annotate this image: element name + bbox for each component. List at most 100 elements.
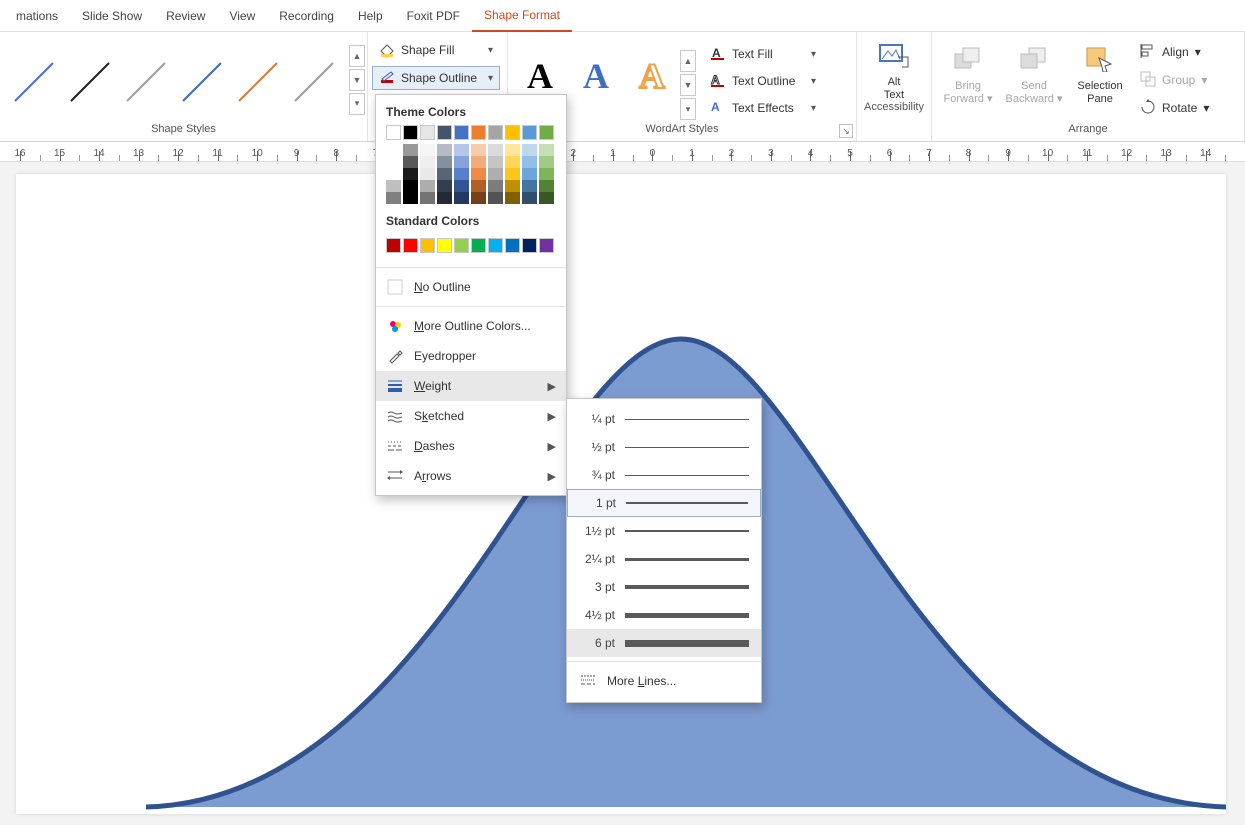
color-swatch[interactable] (386, 144, 401, 156)
color-swatch[interactable] (403, 192, 418, 204)
color-swatch[interactable] (505, 192, 520, 204)
tab-recording[interactable]: Recording (267, 0, 346, 32)
shape-style-swatch[interactable] (62, 54, 116, 108)
color-swatch[interactable] (437, 156, 452, 168)
color-swatch[interactable] (539, 238, 554, 253)
color-swatch[interactable] (539, 168, 554, 180)
color-swatch[interactable] (522, 156, 537, 168)
color-swatch[interactable] (488, 156, 503, 168)
bring-forward-button[interactable]: Bring Forward ▾ (936, 36, 1000, 105)
color-swatch[interactable] (522, 144, 537, 156)
more-outline-colors-item[interactable]: More Outline Colors... (376, 311, 566, 341)
color-swatch[interactable] (403, 168, 418, 180)
gallery-scroll-up[interactable]: ▲ (349, 45, 365, 67)
tab-review[interactable]: Review (154, 0, 217, 32)
color-swatch[interactable] (420, 192, 435, 204)
color-swatch[interactable] (420, 168, 435, 180)
color-swatch[interactable] (522, 125, 537, 140)
color-swatch[interactable] (539, 144, 554, 156)
wordart-gallery[interactable]: A A A (510, 38, 678, 102)
wordart-more[interactable]: ▾ (680, 98, 696, 120)
group-button[interactable]: Group▾ (1136, 68, 1213, 92)
tab-help[interactable]: Help (346, 0, 395, 32)
weight-option[interactable]: ¾ pt (567, 461, 761, 489)
color-swatch[interactable] (437, 168, 452, 180)
color-swatch[interactable] (437, 192, 452, 204)
shape-style-swatch[interactable] (174, 54, 228, 108)
color-swatch[interactable] (454, 168, 469, 180)
color-swatch[interactable] (471, 238, 486, 253)
alt-text-button[interactable]: Alt Text (857, 32, 931, 101)
color-swatch[interactable] (454, 156, 469, 168)
color-swatch[interactable] (386, 238, 401, 253)
color-swatch[interactable] (403, 238, 418, 253)
color-swatch[interactable] (386, 180, 401, 192)
color-swatch[interactable] (437, 144, 452, 156)
color-swatch[interactable] (471, 144, 486, 156)
color-swatch[interactable] (403, 180, 418, 192)
color-swatch[interactable] (454, 238, 469, 253)
weight-option[interactable]: ¼ pt (567, 405, 761, 433)
color-swatch[interactable] (488, 238, 503, 253)
color-swatch[interactable] (539, 156, 554, 168)
color-swatch[interactable] (505, 168, 520, 180)
eyedropper-item[interactable]: Eyedropper (376, 341, 566, 371)
color-swatch[interactable] (403, 125, 418, 140)
color-swatch[interactable] (386, 156, 401, 168)
color-swatch[interactable] (471, 156, 486, 168)
text-outline-button[interactable]: A Text Outline▾ (706, 69, 820, 93)
color-swatch[interactable] (471, 192, 486, 204)
tab-slideshow[interactable]: Slide Show (70, 0, 154, 32)
wordart-scroll-up[interactable]: ▲ (680, 50, 696, 72)
color-swatch[interactable] (505, 180, 520, 192)
color-swatch[interactable] (454, 192, 469, 204)
color-swatch[interactable] (522, 180, 537, 192)
color-swatch[interactable] (454, 144, 469, 156)
rotate-button[interactable]: Rotate▾ (1136, 96, 1213, 120)
color-swatch[interactable] (403, 144, 418, 156)
no-outline-item[interactable]: No Outline (376, 272, 566, 302)
color-swatch[interactable] (539, 180, 554, 192)
color-swatch[interactable] (505, 156, 520, 168)
arrows-item[interactable]: Arrows ▶ (376, 461, 566, 491)
color-swatch[interactable] (420, 144, 435, 156)
color-swatch[interactable] (403, 156, 418, 168)
wordart-sample-outline-orange[interactable]: A (626, 50, 678, 102)
selection-pane-button[interactable]: Selection Pane (1068, 36, 1132, 105)
color-swatch[interactable] (522, 238, 537, 253)
gallery-scroll-down[interactable]: ▼ (349, 69, 365, 91)
color-swatch[interactable] (471, 125, 486, 140)
wordart-scroll-down[interactable]: ▼ (680, 74, 696, 96)
sketched-item[interactable]: Sketched ▶ (376, 401, 566, 431)
tab-foxit-pdf[interactable]: Foxit PDF (395, 0, 472, 32)
color-swatch[interactable] (488, 192, 503, 204)
color-swatch[interactable] (539, 192, 554, 204)
weight-option[interactable]: 1½ pt (567, 517, 761, 545)
color-swatch[interactable] (505, 125, 520, 140)
color-swatch[interactable] (488, 180, 503, 192)
color-swatch[interactable] (488, 144, 503, 156)
color-swatch[interactable] (386, 125, 401, 140)
color-swatch[interactable] (420, 180, 435, 192)
color-swatch[interactable] (522, 192, 537, 204)
weight-option[interactable]: 3 pt (567, 573, 761, 601)
color-swatch[interactable] (505, 144, 520, 156)
color-swatch[interactable] (488, 125, 503, 140)
weight-item[interactable]: Weight ▶ (376, 371, 566, 401)
weight-option[interactable]: 6 pt (567, 629, 761, 657)
color-swatch[interactable] (437, 125, 452, 140)
shape-style-swatch[interactable] (230, 54, 284, 108)
shape-style-gallery[interactable] (0, 48, 349, 108)
color-swatch[interactable] (471, 168, 486, 180)
color-swatch[interactable] (386, 168, 401, 180)
weight-option[interactable]: ½ pt (567, 433, 761, 461)
text-fill-button[interactable]: A Text Fill▾ (706, 42, 820, 66)
tab-view[interactable]: View (217, 0, 267, 32)
send-backward-button[interactable]: Send Backward ▾ (1002, 36, 1066, 105)
more-lines-item[interactable]: More Lines... (567, 666, 761, 696)
color-swatch[interactable] (471, 180, 486, 192)
shape-outline-button[interactable]: Shape Outline ▾ (372, 66, 500, 90)
gallery-more[interactable]: ▾ (349, 93, 365, 115)
color-swatch[interactable] (386, 192, 401, 204)
shape-style-swatch[interactable] (6, 54, 60, 108)
